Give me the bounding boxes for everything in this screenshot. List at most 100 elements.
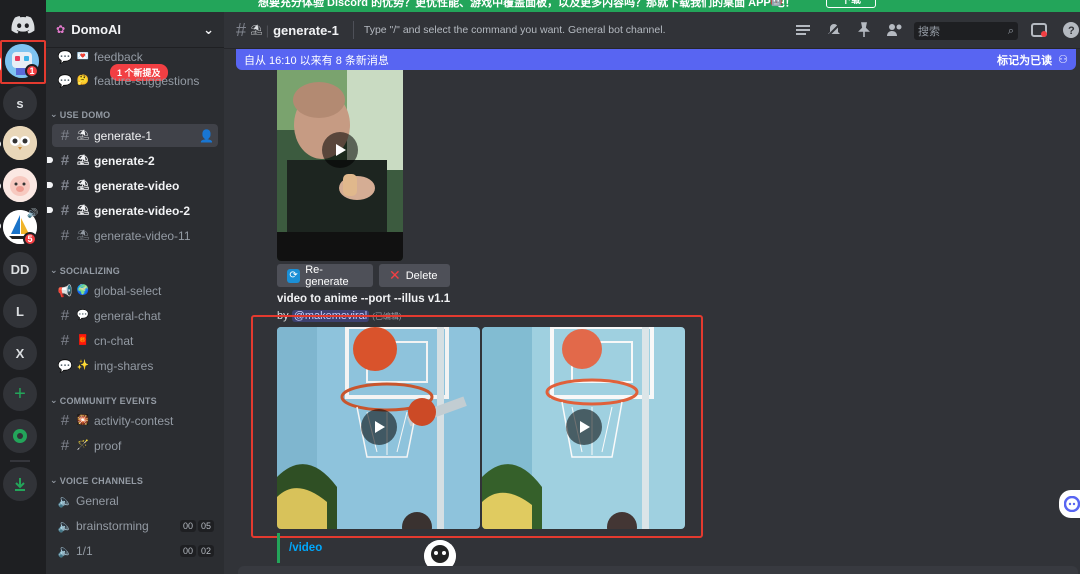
discord-home-button[interactable] bbox=[6, 8, 40, 42]
hash-icon: # bbox=[60, 307, 70, 324]
plus-icon: + bbox=[14, 382, 26, 405]
inbox-icon[interactable] bbox=[1030, 21, 1048, 39]
server-s[interactable]: s bbox=[3, 86, 37, 120]
help-icon[interactable]: ? bbox=[1062, 21, 1080, 39]
search-input[interactable]: 搜索 ⌕ bbox=[914, 22, 1018, 40]
channel-generate-video-11[interactable]: # ⛱ generate-video-11 bbox=[52, 224, 218, 247]
threads-icon[interactable] bbox=[794, 22, 812, 38]
add-user-icon[interactable]: 👤 bbox=[199, 129, 214, 143]
category-community-events[interactable]: ⌄ COMMUNITY EVENTS bbox=[50, 395, 157, 406]
channel-label: generate-2 bbox=[94, 153, 155, 168]
chevron-down-icon: ⌄ bbox=[50, 265, 58, 275]
server-sailboat[interactable]: 5 🔊 bbox=[3, 208, 38, 246]
channel-topic[interactable]: Type "/" and select the command you want… bbox=[364, 24, 666, 36]
voice-channel-1-1[interactable]: 🔈 1/1 00 02 bbox=[52, 539, 218, 562]
channel-img-shares[interactable]: 💬 ✨ img-shares bbox=[52, 354, 218, 377]
speaker-lock-icon: 🔈 bbox=[57, 543, 73, 558]
video-title: video to anime --port --illus v1.1 bbox=[277, 293, 451, 305]
channel-activity-contest[interactable]: # 🎇 activity-contest bbox=[52, 409, 218, 432]
hash-icon: # bbox=[60, 202, 70, 219]
channel-emoji: 🪄 bbox=[76, 440, 90, 451]
server-l[interactable]: L bbox=[3, 294, 37, 328]
voice-channel-brainstorming[interactable]: 🔈 brainstorming 00 05 bbox=[52, 514, 218, 537]
category-label: SOCIALIZING bbox=[59, 265, 120, 276]
channel-generate-2[interactable]: # ⛱ generate-2 bbox=[47, 149, 218, 172]
unread-dot bbox=[47, 207, 53, 213]
hash-icon: # bbox=[60, 152, 70, 169]
message-list: ⟳ Re-generate ✕ Delete video to anime --… bbox=[224, 70, 1080, 574]
category-voice-channels[interactable]: ⌄ VOICE CHANNELS bbox=[50, 475, 143, 486]
server-name: DomoAI bbox=[71, 22, 122, 37]
download-icon bbox=[15, 478, 25, 491]
channel-label: global-select bbox=[94, 283, 162, 298]
megaphone-icon: 📢 bbox=[57, 283, 73, 298]
channel-general-chat[interactable]: # 💬 general-chat bbox=[52, 304, 218, 327]
domoai-badge: 1 bbox=[25, 64, 39, 78]
channel-label: generate-video-2 bbox=[94, 203, 191, 218]
voice-count-left: 00 bbox=[179, 519, 196, 532]
pin-icon[interactable] bbox=[856, 22, 872, 38]
chevron-down-icon: ⌄ bbox=[50, 475, 58, 485]
server-x[interactable]: X bbox=[3, 336, 37, 370]
channel-generate-1[interactable]: # ⛱ generate-1 👤 bbox=[52, 124, 218, 147]
channel-emoji: ✨ bbox=[76, 360, 90, 371]
new-messages-text: 自从 16:10 以来有 8 条新消息 bbox=[244, 54, 389, 67]
banner-download-button[interactable]: 下载 bbox=[826, 0, 876, 8]
channel-emoji: 💬 bbox=[76, 310, 90, 321]
play-button[interactable] bbox=[322, 132, 358, 168]
banner-text: 想要充分体验 Discord 的优势？更优性能、游戏中覆盖面板，以及更多内容吗？… bbox=[258, 0, 796, 9]
category-socializing[interactable]: ⌄ SOCIALIZING bbox=[50, 265, 120, 276]
channel-feature-suggestions[interactable]: 💬 🤔 feature-suggestions bbox=[52, 69, 218, 92]
category-label: VOICE CHANNELS bbox=[59, 475, 144, 486]
server-owl[interactable] bbox=[3, 126, 37, 160]
video-attachment-man[interactable] bbox=[277, 70, 403, 261]
hash-icon: # bbox=[60, 437, 70, 454]
regenerate-label: Re-generate bbox=[305, 263, 349, 288]
channel-label: generate-video-11 bbox=[94, 228, 191, 243]
discord-window: { "banner": { "text": "想要充分体验 Discord 的优… bbox=[0, 0, 1080, 574]
server-domoai[interactable]: 1 bbox=[5, 44, 39, 78]
add-server-button[interactable]: + bbox=[3, 377, 37, 411]
notification-bell-muted-icon[interactable] bbox=[826, 22, 842, 38]
category-label: COMMUNITY EVENTS bbox=[59, 395, 157, 406]
explore-button[interactable] bbox=[3, 419, 37, 453]
svg-text:?: ? bbox=[1068, 25, 1075, 37]
channel-emoji: ⛱ bbox=[76, 130, 90, 141]
slash-command-reply[interactable]: /video bbox=[277, 533, 477, 563]
new-messages-bar[interactable]: 自从 16:10 以来有 8 条新消息 标记为已读 ⚇ bbox=[236, 49, 1076, 70]
floating-assistant-button[interactable] bbox=[1059, 490, 1080, 518]
forum-icon: 💬 bbox=[57, 73, 73, 88]
mark-as-read-button[interactable]: 标记为已读 ⚇ bbox=[997, 52, 1068, 68]
channel-label: feedback bbox=[94, 49, 143, 64]
category-use-domo[interactable]: ⌄ USE DOMO bbox=[50, 109, 110, 120]
chevron-down-icon: ⌄ bbox=[203, 21, 214, 37]
message-input[interactable] bbox=[238, 566, 1078, 574]
unread-pip-2 bbox=[0, 182, 1, 190]
unread-pip bbox=[0, 140, 1, 148]
channel-global-select[interactable]: 📢 🌍 global-select bbox=[52, 279, 218, 302]
server-dd[interactable]: DD bbox=[3, 252, 37, 286]
channel-cn-chat[interactable]: # 🧧 cn-chat bbox=[52, 329, 218, 352]
server-pig[interactable] bbox=[3, 168, 37, 202]
delete-button[interactable]: ✕ Delete bbox=[379, 264, 450, 287]
member-list-icon[interactable] bbox=[886, 22, 904, 38]
server-header[interactable]: ✿ DomoAI ⌄ bbox=[46, 12, 224, 48]
download-apps-button[interactable] bbox=[3, 467, 37, 501]
forum-icon: 💬 bbox=[57, 358, 73, 373]
x-mark-icon: ✕ bbox=[389, 267, 401, 283]
voice-channel-general[interactable]: 🔈 General bbox=[52, 489, 218, 512]
channel-proof[interactable]: # 🪄 proof bbox=[52, 434, 218, 457]
channel-emoji: ⛱ bbox=[250, 24, 263, 36]
header-toolbar bbox=[794, 22, 904, 38]
regenerate-button[interactable]: ⟳ Re-generate bbox=[277, 263, 373, 288]
channel-generate-video[interactable]: # ⛱ generate-video bbox=[47, 174, 218, 197]
channel-generate-video-2[interactable]: # ⛱ generate-video-2 bbox=[47, 199, 218, 222]
hash-icon: # bbox=[60, 177, 70, 194]
hash-icon: # bbox=[60, 412, 70, 429]
compass-icon bbox=[13, 429, 27, 443]
channel-emoji: ⛱ bbox=[76, 155, 90, 166]
channel-emoji: 🎇 bbox=[76, 415, 90, 426]
channel-label: feature-suggestions bbox=[94, 73, 200, 88]
platform-icons: 🤖 bbox=[760, 0, 782, 7]
unread-pip-3 bbox=[0, 222, 1, 230]
